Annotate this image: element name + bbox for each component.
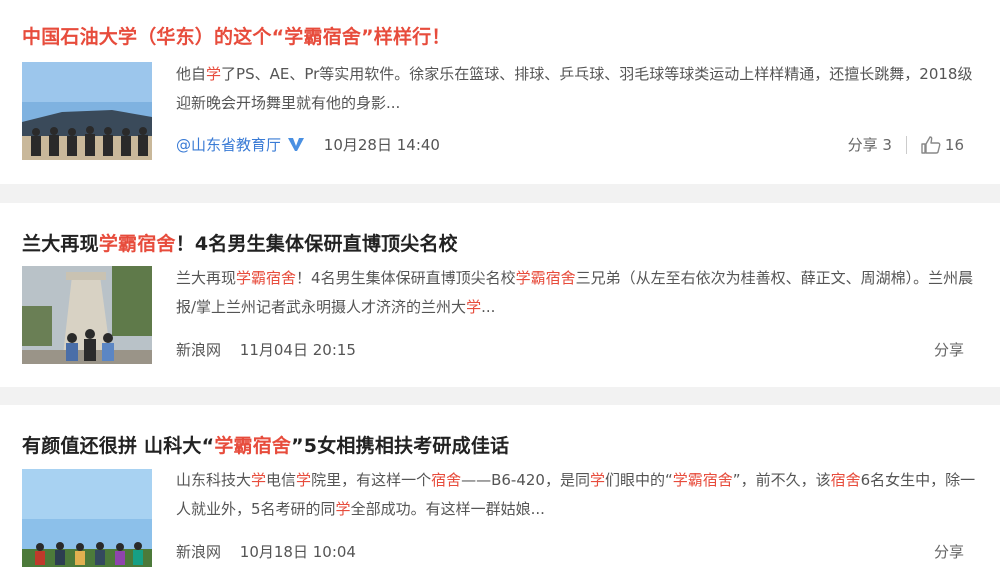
article-meta: 新浪网 11月04日 20:15 [176,339,356,360]
news-card: 兰大再现学霸宿舍！4名男生集体保研直博顶尖名校 兰大再现学霸宿舍！4名男生集体保… [0,203,1000,387]
highlighted-keyword: 宿舍 [830,471,861,489]
article-actions: 分享 [934,541,964,562]
share-button[interactable]: 分享 3 [848,134,892,155]
article-title[interactable]: 中国石油大学（华东）的这个“学霸宿舍”样样行！ [22,22,451,49]
text-segment: ”5女相携相扶考研成佳话 [291,435,510,457]
article-thumbnail[interactable] [22,469,152,567]
text-segment: 电信 [266,471,297,489]
share-button[interactable]: 分享 [934,339,964,360]
article-thumbnail[interactable] [22,62,152,160]
text-segment: 兰大再现 [22,233,99,255]
source-link[interactable]: @山东省教育厅 [176,136,305,154]
highlighted-keyword: 学霸宿舍 [515,269,576,287]
news-card: 有颜值还很拼 山科大“学霸宿舍”5女相携相扶考研成佳话 山东科技大学电信学院里，… [0,405,1000,588]
text-segment: 了PS、AE、Pr等实用软件。徐家乐在篮球、排球、乒乓球、羽毛球等球类运动上样样… [176,65,973,112]
highlighted-keyword: 学霸宿舍 [98,233,176,255]
news-card: 中国石油大学（华东）的这个“学霸宿舍”样样行！ 他自学了PS、AE、Pr等实用软… [0,0,1000,184]
highlighted-keyword: 学 [466,298,482,316]
monument-photo-image [22,266,152,364]
publish-date: 10月28日 14:40 [323,136,440,154]
text-segment: 全部成功。有这样一群姑娘... [350,500,545,518]
highlighted-keyword: 学 [589,471,605,489]
highlighted-keyword: 学 [335,500,351,518]
article-meta: @山东省教育厅 10月28日 14:40 [176,134,440,156]
article-title[interactable]: 兰大再现学霸宿舍！4名男生集体保研直博顶尖名校 [22,229,458,256]
text-segment: ！4名男生集体保研直博顶尖名校 [296,269,516,287]
highlighted-keyword: 学 [206,65,222,83]
publish-date: 11月04日 20:15 [239,341,356,359]
verified-v-icon [287,136,305,156]
source-label[interactable]: 新浪网 [176,543,221,561]
text-segment: 山东科技大 [176,471,252,489]
article-excerpt: 兰大再现学霸宿舍！4名男生集体保研直博顶尖名校学霸宿舍三兄弟（从左至右依次为桂善… [176,264,976,322]
thumbs-up-icon [921,135,941,154]
article-title[interactable]: 有颜值还很拼 山科大“学霸宿舍”5女相携相扶考研成佳话 [22,431,509,458]
text-segment: 有颜值还很拼 山科大“ [22,435,215,457]
share-button[interactable]: 分享 [934,541,964,562]
highlighted-keyword: 宿舍 [431,471,462,489]
article-excerpt: 他自学了PS、AE、Pr等实用软件。徐家乐在篮球、排球、乒乓球、羽毛球等球类运动… [176,60,976,118]
highlighted-keyword: 学霸宿舍 [672,471,733,489]
like-button[interactable]: 16 [921,136,964,154]
text-segment: 兰大再现 [176,269,237,287]
text-segment: ”，前不久，该 [732,471,831,489]
divider [905,135,907,154]
highlighted-keyword: 学霸宿舍 [214,435,292,457]
text-segment: 们眼中的“ [605,471,673,489]
highlighted-keyword: 学 [296,471,312,489]
article-actions: 分享 [934,339,964,360]
text-segment: ... [481,298,496,316]
article-meta: 新浪网 10月18日 10:04 [176,541,356,562]
text-segment: ！4名男生集体保研直博顶尖名校 [175,233,458,255]
article-actions: 分享 3 16 [848,134,964,155]
text-segment: ——B6-420，是同 [461,471,590,489]
text-segment: 他自 [176,65,207,83]
publish-date: 10月18日 10:04 [239,543,356,561]
group-photo-image [22,469,152,567]
highlighted-keyword: 学 [251,471,267,489]
group-photo-image [22,62,152,160]
highlighted-keyword: 学霸宿舍 [236,269,297,287]
like-count: 16 [944,135,964,154]
text-segment: 院里，有这样一个 [311,471,432,489]
source-label[interactable]: 新浪网 [176,341,221,359]
article-excerpt: 山东科技大学电信学院里，有这样一个宿舍——B6-420，是同学们眼中的“学霸宿舍… [176,466,976,524]
article-thumbnail[interactable] [22,266,152,364]
